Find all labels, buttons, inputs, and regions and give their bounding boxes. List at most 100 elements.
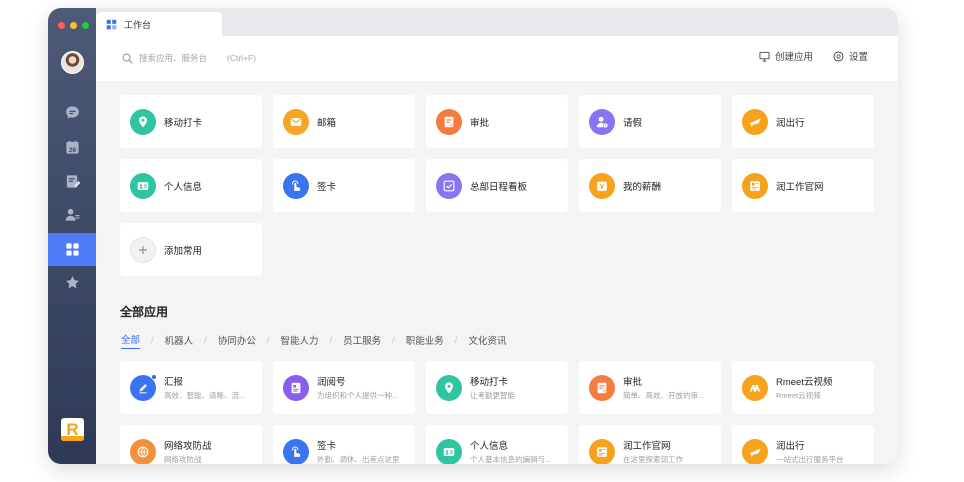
frequent-app-card[interactable]: 我的薪酬 (579, 159, 721, 212)
chat-bubble-icon (65, 106, 79, 119)
app-description: 简单、高效、开放的审... (623, 391, 705, 400)
frequent-app-label: 润工作官网 (776, 181, 824, 193)
calendar-check-icon (436, 172, 462, 199)
notification-dot (151, 373, 157, 380)
frequent-app-card[interactable]: 润工作官网 (732, 159, 874, 212)
gear-icon (833, 50, 844, 62)
frequent-app-card[interactable]: 个人信息 (120, 159, 262, 212)
app-name: 网络攻防战 (164, 441, 212, 452)
tap-hand-icon (283, 438, 309, 464)
app-name: 润工作官网 (623, 441, 671, 452)
filter-tab-robots[interactable]: 机器人 (165, 333, 194, 349)
app-card[interactable]: Rmeet云视频 Rmeet云视频 (732, 361, 874, 414)
tab-strip: 工作台 (96, 8, 898, 36)
search-input[interactable]: 搜索应用、服务台 (Ctrl+F) (122, 47, 322, 69)
minimize-window-button[interactable] (70, 22, 77, 29)
sidebar-item-docs[interactable] (48, 165, 96, 198)
plus-icon (130, 236, 156, 263)
app-card[interactable]: 审批简单、高效、开放的审... (579, 361, 721, 414)
calendar-icon: 26 (65, 140, 79, 154)
app-description: 一站式出行服务平台 (776, 455, 844, 464)
settings-label: 设置 (849, 52, 869, 63)
globe-shield-icon (130, 438, 156, 464)
filter-tab-all[interactable]: 全部 (121, 332, 141, 349)
avatar[interactable] (61, 51, 84, 74)
id-card-icon (436, 438, 462, 464)
sidebar-item-favorites[interactable] (48, 266, 96, 299)
frequent-app-card[interactable]: 移动打卡 (120, 95, 262, 148)
brand-logo[interactable]: R (61, 418, 84, 441)
add-frequent-button[interactable]: 添加常用 (120, 223, 262, 276)
mail-icon (283, 108, 309, 135)
create-app-button[interactable]: 创建应用 (759, 49, 813, 63)
frequent-app-label: 我的薪酬 (623, 181, 662, 193)
grid-icon (106, 19, 117, 29)
app-description: Rmeet云视频 (776, 391, 821, 400)
all-apps-title: 全部应用 (120, 305, 169, 319)
frequent-app-label: 润出行 (776, 117, 805, 129)
sidebar-item-calendar[interactable]: 26 (48, 131, 96, 164)
filter-tab-collaboration[interactable]: 协同办公 (218, 333, 256, 349)
sidebar-item-contacts[interactable] (48, 198, 96, 231)
filter-tab-smart-hr[interactable]: 智能人力 (280, 333, 318, 349)
frequent-app-card[interactable]: 请假 (579, 95, 721, 148)
filter-tab-business-functions[interactable]: 职能业务 (406, 333, 444, 349)
monitor-icon (759, 51, 770, 62)
app-description: 网络攻防战 (164, 455, 202, 464)
plane-icon (742, 438, 768, 464)
app-card[interactable]: 润工作官网在这里探索润工作 (579, 425, 721, 464)
frequent-app-label: 个人信息 (164, 181, 203, 193)
frequent-app-card[interactable]: 审批 (426, 95, 568, 148)
app-card[interactable]: 汇报 高效、智能、清晰、流... (120, 361, 262, 414)
close-window-button[interactable] (58, 22, 65, 29)
contacts-icon (65, 208, 80, 221)
app-card[interactable]: 润阅号 为组织和个人提供一种... (273, 361, 415, 414)
top-bar: 搜索应用、服务台 (Ctrl+F) 创建应用 设置 (96, 36, 898, 81)
tap-hand-icon (283, 172, 309, 199)
plane-icon (742, 108, 768, 135)
app-description: 在这里探索润工作 (623, 455, 683, 464)
filter-tab-culture-news[interactable]: 文化资讯 (468, 333, 506, 349)
search-icon (122, 53, 133, 64)
app-description: 为组织和个人提供一种... (317, 391, 399, 400)
app-description: 外勤、调休、出差点这里 (317, 455, 400, 464)
app-description: 让考勤更智能 (470, 391, 515, 400)
app-card[interactable]: 移动打卡 让考勤更智能 (426, 361, 568, 414)
frequent-app-label: 审批 (470, 117, 490, 129)
app-name: 审批 (623, 377, 643, 388)
category-filter-bar: 全部 / 机器人 / 协同办公 / 智能人力 / 员工服务 / 职能业务 / 文… (121, 332, 506, 349)
app-name: 签卡 (317, 441, 337, 452)
app-card[interactable]: 个人信息 个人基本信息的编辑与... (426, 425, 568, 464)
frequent-app-label: 签卡 (317, 181, 337, 193)
maximize-window-button[interactable] (82, 22, 89, 29)
app-card[interactable]: 润出行 一站式出行服务平台 (732, 425, 874, 464)
pen-icon (130, 373, 157, 401)
leave-person-icon (589, 108, 615, 135)
app-card[interactable]: 网络攻防战 网络攻防战 (120, 425, 262, 464)
search-shortcut: (Ctrl+F) (227, 53, 257, 63)
sidebar-item-workbench[interactable] (48, 233, 96, 266)
sidebar-item-chat[interactable] (48, 96, 96, 129)
frequent-app-label: 移动打卡 (164, 117, 203, 129)
app-card[interactable]: 签卡外勤、调休、出差点这里 (273, 425, 415, 464)
frequent-app-card[interactable]: 总部日程看板 (426, 159, 568, 212)
frequent-app-card[interactable]: 签卡 (273, 159, 415, 212)
frequent-app-card[interactable]: 邮箱 (273, 95, 415, 148)
frequent-app-card[interactable]: 润出行 (732, 95, 874, 148)
video-meeting-icon (742, 374, 768, 401)
filter-tab-employee-services[interactable]: 员工服务 (343, 333, 381, 349)
app-name: 个人信息 (470, 441, 509, 452)
create-app-label: 创建应用 (775, 52, 814, 63)
location-pin-icon (130, 108, 156, 135)
tab-title: 工作台 (124, 19, 152, 30)
location-pin-icon (436, 374, 462, 401)
tab-workbench[interactable]: 工作台 (96, 12, 222, 36)
app-description: 高效、智能、清晰、流... (164, 391, 246, 400)
grid-icon (65, 243, 79, 256)
approval-doc-icon (436, 108, 462, 135)
settings-button[interactable]: 设置 (833, 49, 868, 63)
star-icon (65, 276, 79, 289)
frequent-app-label: 邮箱 (317, 117, 337, 129)
wallet-icon (589, 172, 615, 199)
approval-doc-icon (589, 374, 615, 401)
